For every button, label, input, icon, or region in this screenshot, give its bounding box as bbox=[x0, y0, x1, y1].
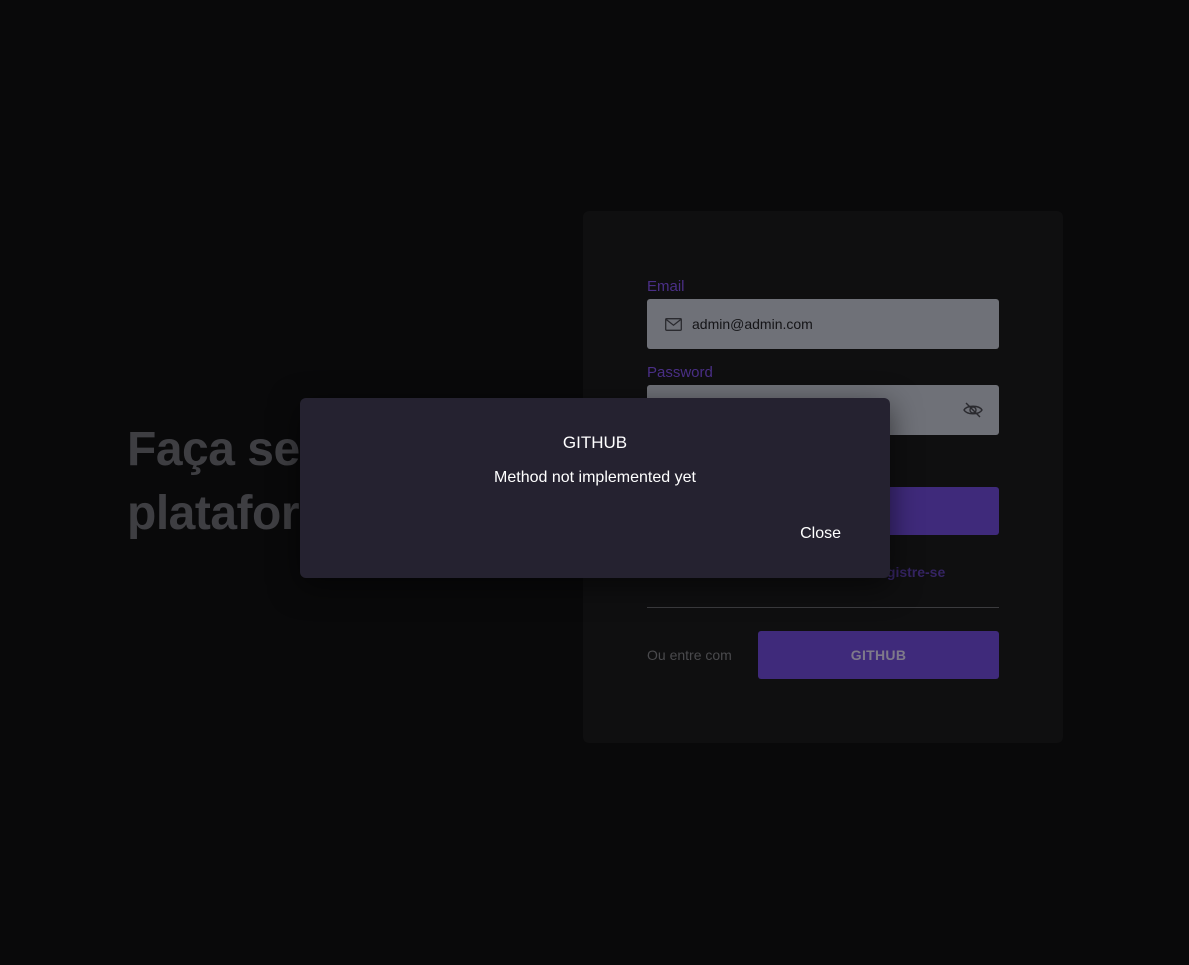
dialog-title: GITHUB bbox=[562, 433, 628, 452]
email-field[interactable]: admin@admin.com bbox=[647, 299, 999, 349]
close-button[interactable]: Close bbox=[800, 525, 841, 543]
divider bbox=[647, 607, 999, 608]
email-label: Email bbox=[647, 278, 685, 295]
password-label: Password bbox=[647, 364, 713, 381]
login-page: Faça seu plataforma Email admin@admin.co… bbox=[0, 0, 1189, 965]
alert-dialog: GITHUB Method not implemented yet Close bbox=[300, 398, 890, 578]
dialog-message: Method not implemented yet bbox=[494, 469, 696, 486]
email-value: admin@admin.com bbox=[692, 316, 813, 332]
eye-off-icon[interactable] bbox=[963, 402, 983, 418]
alt-login-text: Ou entre com bbox=[647, 647, 732, 663]
mail-icon bbox=[665, 317, 682, 331]
github-login-button[interactable]: GITHUB bbox=[758, 631, 999, 679]
